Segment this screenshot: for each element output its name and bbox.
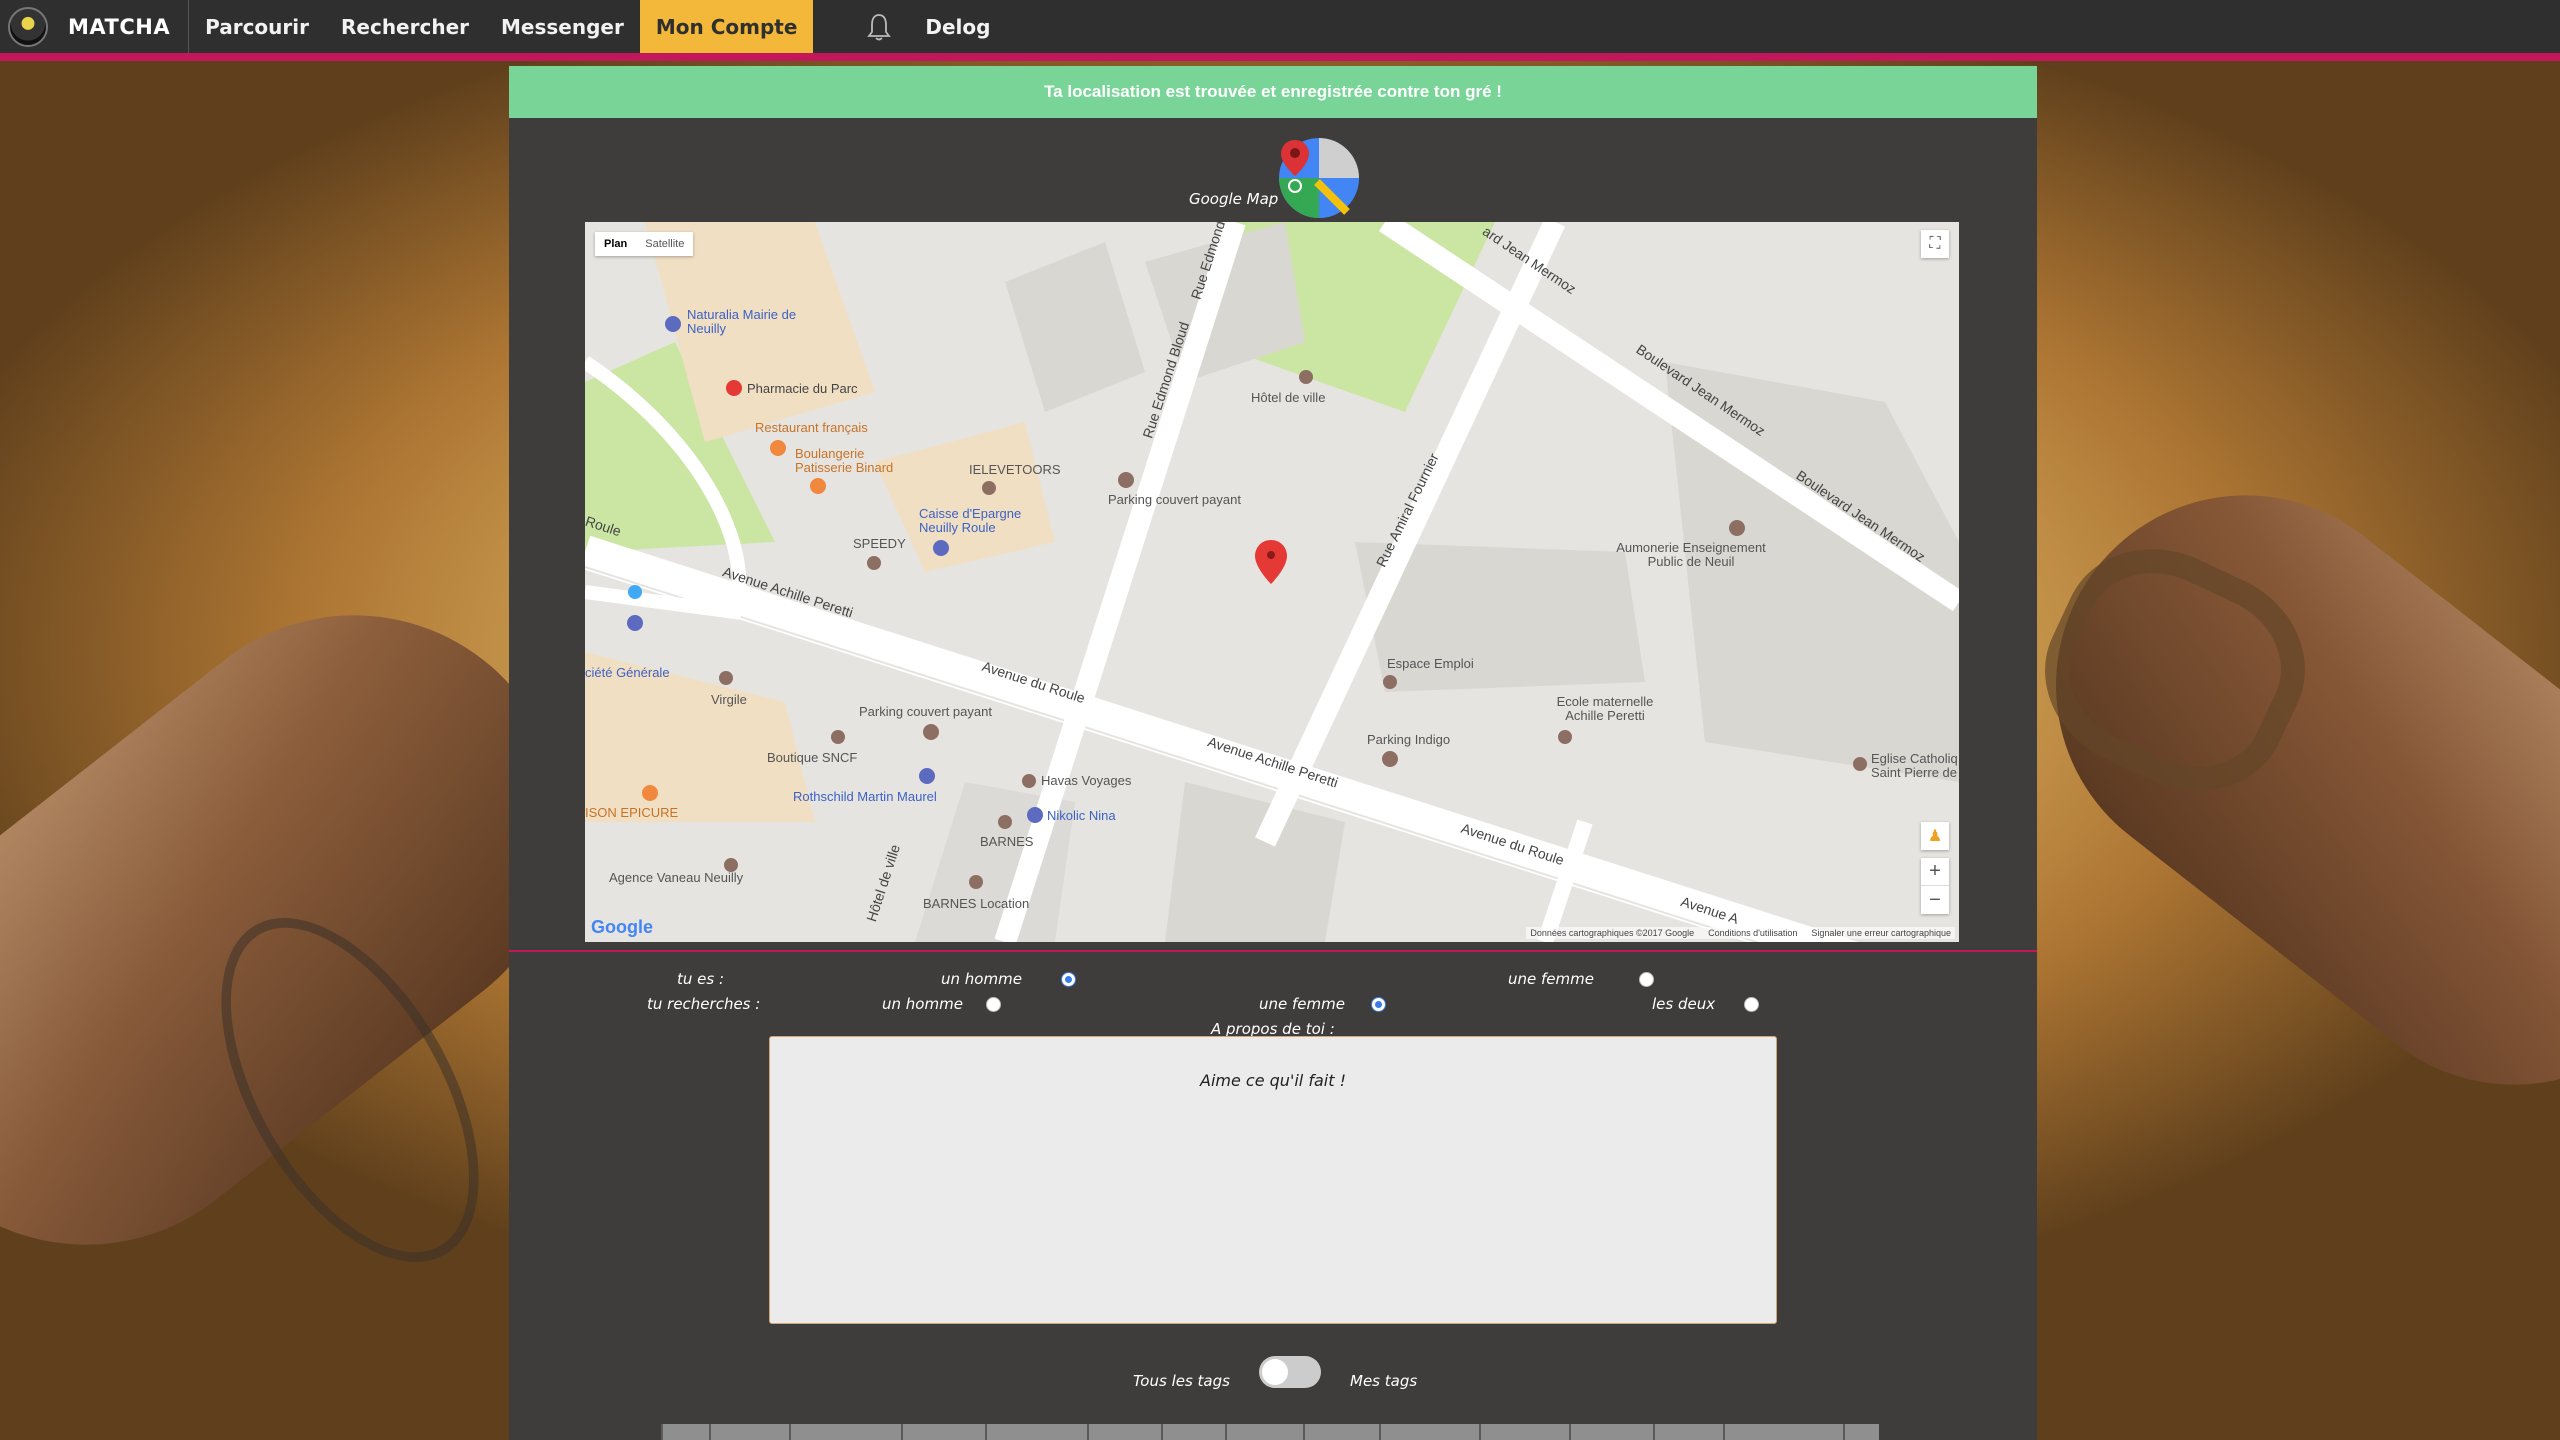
brand-name: MATCHA <box>68 14 171 39</box>
tag-item[interactable] <box>901 1424 985 1440</box>
about-textarea[interactable]: Aime ce qu'il fait ! <box>769 1036 1777 1324</box>
section-divider <box>509 950 2037 952</box>
radio-search-both[interactable] <box>1744 997 1759 1012</box>
matcha-logo-icon <box>8 6 48 47</box>
map-label-ecole[interactable]: Ecole maternelle Achille Peretti <box>1545 695 1665 723</box>
label-all-tags: Tous les tags <box>1133 1372 1230 1390</box>
map-label-boulangerie[interactable]: Boulangerie Patisserie Binard <box>795 447 915 475</box>
map-label-nikolic[interactable]: Nikolic Nina <box>1047 808 1116 823</box>
label-gender-man: un homme <box>941 970 1022 988</box>
map-label-rothschild[interactable]: Rothschild Martin Maurel <box>793 789 937 804</box>
map-label-agence-vaneau[interactable]: Agence Vaneau Neuilly <box>609 870 743 885</box>
map-label-epicure[interactable]: ISON EPICURE <box>585 805 678 820</box>
attribution-terms[interactable]: Conditions d'utilisation <box>1708 928 1797 938</box>
map-label-espace-emploi[interactable]: Espace Emploi <box>1387 656 1474 671</box>
tags-toggle[interactable] <box>1259 1356 1321 1388</box>
tag-item[interactable] <box>1225 1424 1303 1440</box>
tag-item[interactable] <box>709 1424 789 1440</box>
map-label-aumonerie[interactable]: Aumonerie Enseignement Public de Neuil <box>1601 541 1781 569</box>
tag-item[interactable] <box>789 1424 901 1440</box>
label-my-tags: Mes tags <box>1350 1372 1418 1390</box>
tag-item[interactable] <box>1087 1424 1161 1440</box>
map-label-eglise[interactable]: Eglise Catholiq Saint Pierre de <box>1871 752 1959 780</box>
google-maps-icon[interactable] <box>1277 136 1361 220</box>
tag-item[interactable] <box>661 1424 709 1440</box>
map-label-virgile[interactable]: Virgile <box>711 692 747 707</box>
map-label-boutique-sncf[interactable]: Boutique SNCF <box>767 750 857 765</box>
brand[interactable]: MATCHA <box>0 0 190 53</box>
background-arm-right <box>1979 418 2560 1162</box>
nav-item-parcourir[interactable]: Parcourir <box>189 0 325 53</box>
map-label-parking-couvert-2[interactable]: Parking couvert payant <box>859 704 992 719</box>
tag-item[interactable] <box>1479 1424 1569 1440</box>
tag-item[interactable] <box>1653 1424 1723 1440</box>
map-type-control: Plan Satellite <box>595 232 694 256</box>
location-alert: Ta localisation est trouvée et enregistr… <box>509 66 2037 118</box>
tag-item[interactable] <box>1379 1424 1479 1440</box>
map-label-hotel-de-ville[interactable]: Hôtel de ville <box>1251 390 1325 405</box>
map-label-speedy[interactable]: SPEEDY <box>853 536 906 551</box>
map-label-parking-couvert-1[interactable]: Parking couvert payant <box>1108 492 1241 507</box>
google-map[interactable]: Plan Satellite ⛶ ♟ + − Google Données ca… <box>585 222 1959 942</box>
notification-bell-icon[interactable] <box>813 0 909 53</box>
zoom-out-button[interactable]: − <box>1921 886 1949 914</box>
radio-search-woman[interactable] <box>1371 997 1386 1012</box>
label-gender-woman: une femme <box>1508 970 1594 988</box>
tag-item[interactable] <box>1303 1424 1379 1440</box>
zoom-control: + − <box>1921 858 1949 914</box>
logout-link[interactable]: Delog <box>909 0 1006 53</box>
nav-item-messenger[interactable]: Messenger <box>485 0 640 53</box>
map-label-havas[interactable]: Havas Voyages <box>1041 773 1131 788</box>
tag-item[interactable] <box>985 1424 1087 1440</box>
account-panel: Ta localisation est trouvée et enregistr… <box>509 66 2037 1440</box>
map-attribution: Données cartographiques ©2017 Google Con… <box>1526 927 1955 939</box>
attribution-data: Données cartographiques ©2017 Google <box>1530 928 1695 938</box>
zoom-in-button[interactable]: + <box>1921 858 1949 886</box>
map-label-caisse[interactable]: Caisse d'Epargne Neuilly Roule <box>919 507 1049 535</box>
tag-item[interactable] <box>1723 1424 1843 1440</box>
radio-search-man[interactable] <box>986 997 1001 1012</box>
label-search-man: un homme <box>882 995 963 1013</box>
nav-item-rechercher[interactable]: Rechercher <box>325 0 485 53</box>
map-label-barnes[interactable]: BARNES <box>980 834 1033 849</box>
map-label-restaurant[interactable]: Restaurant français <box>755 420 868 435</box>
map-label-societe-generale[interactable]: ciété Générale <box>585 665 670 680</box>
navbar: MATCHA Parcourir Rechercher Messenger Mo… <box>0 0 2560 61</box>
google-logo[interactable]: Google <box>591 917 653 938</box>
attribution-report[interactable]: Signaler une erreur cartographique <box>1811 928 1951 938</box>
tag-item[interactable] <box>1161 1424 1225 1440</box>
label-tu-es: tu es : <box>677 970 725 988</box>
map-label-parking-indigo[interactable]: Parking Indigo <box>1367 732 1450 747</box>
label-tu-recherches: tu recherches : <box>647 995 761 1013</box>
label-search-woman: une femme <box>1259 995 1345 1013</box>
radio-gender-woman[interactable] <box>1639 972 1654 987</box>
street-view-pegman-icon[interactable]: ♟ <box>1921 822 1949 850</box>
map-label-ielevetoors[interactable]: IELEVETOORS <box>969 462 1061 477</box>
google-map-label: Google Map <box>1189 190 1279 208</box>
map-label-barnes-location[interactable]: BARNES Location <box>923 896 1029 911</box>
label-search-both: les deux <box>1652 995 1716 1013</box>
map-type-plan[interactable]: Plan <box>595 232 636 256</box>
tags-list <box>661 1424 1879 1440</box>
nav-item-mon-compte[interactable]: Mon Compte <box>639 0 814 53</box>
fullscreen-icon[interactable]: ⛶ <box>1921 230 1949 258</box>
radio-gender-man[interactable] <box>1061 972 1076 987</box>
map-label-pharmacie[interactable]: Pharmacie du Parc <box>747 381 858 396</box>
tag-item[interactable] <box>1843 1424 1879 1440</box>
map-label-naturalia[interactable]: Naturalia Mairie de Neuilly <box>687 308 807 336</box>
map-type-satellite[interactable]: Satellite <box>636 232 693 256</box>
tag-item[interactable] <box>1569 1424 1653 1440</box>
